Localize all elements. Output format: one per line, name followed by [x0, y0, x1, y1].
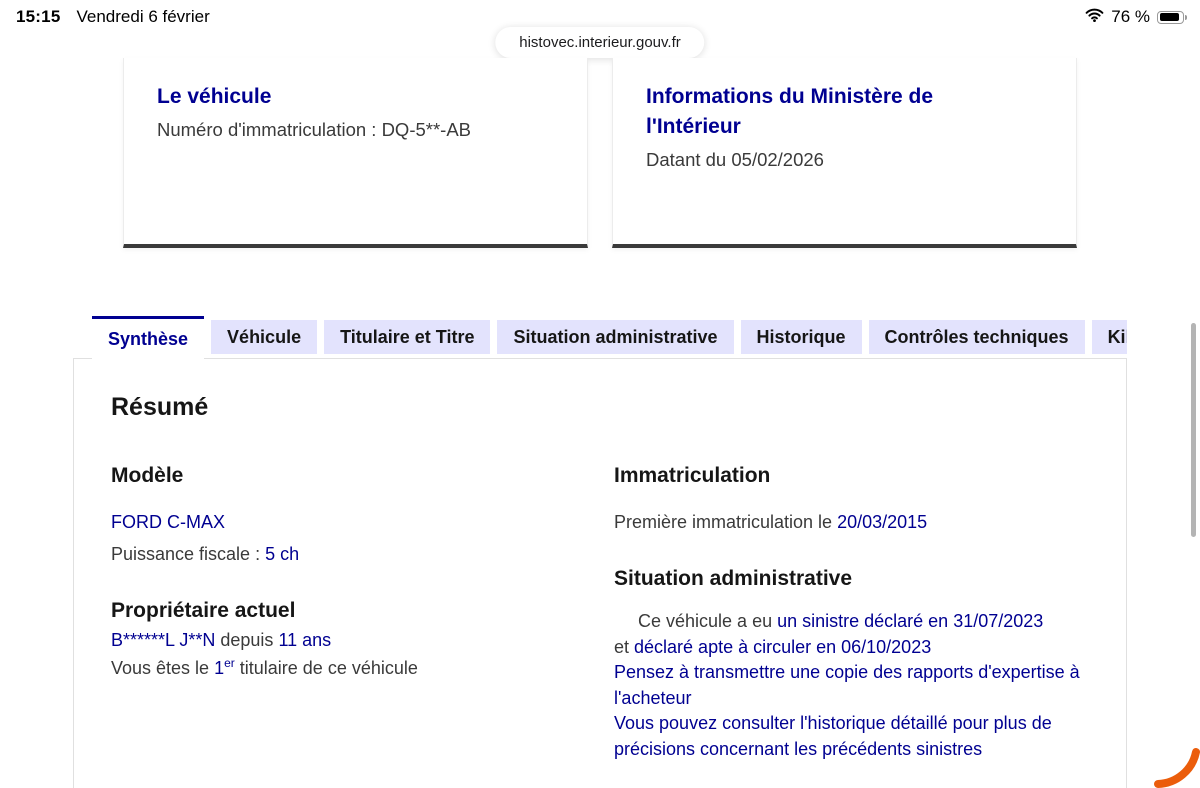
fit-highlight: déclaré apte à circuler en 06/10/2023 — [634, 636, 932, 657]
fit-to-drive-line: et déclaré apte à circuler en 06/10/2023 — [614, 635, 1092, 661]
date-text: Vendredi 6 février — [76, 7, 210, 26]
claim-line: Ce véhicule a eu un sinistre déclaré en … — [614, 609, 1092, 635]
holder-suffix: titulaire de ce véhicule — [234, 658, 418, 678]
tab-vehicule[interactable]: Véhicule — [211, 320, 318, 354]
fiscal-power-label: Puissance fiscale : — [111, 544, 266, 564]
holder-number: 1 — [214, 658, 225, 678]
registration-heading: Immatriculation — [614, 464, 771, 487]
owner-line: B******L J**N depuis 11 ans — [111, 630, 614, 651]
first-registration-line: Première immatriculation le 20/03/2015 — [614, 512, 1092, 533]
admin-status-heading: Situation administrative — [614, 567, 853, 590]
vehicle-card: Le véhicule Numéro d'immatriculation : D… — [123, 58, 588, 248]
fiscal-power-value: 5 ch — [265, 544, 300, 564]
tab-titulaire-et-titre[interactable]: Titulaire et Titre — [324, 320, 491, 354]
safari-page: 15:15 Vendredi 6 février 76 % histovec.i… — [0, 0, 1200, 788]
fit-prefix: et — [614, 636, 635, 657]
tab-controles-techniques[interactable]: Contrôles techniques — [868, 320, 1085, 354]
resume-heading: Résumé — [111, 393, 209, 421]
fiscal-power-line: Puissance fiscale : 5 ch — [111, 544, 614, 565]
first-registration-date: 20/03/2015 — [837, 512, 928, 532]
owner-since-label: depuis — [215, 630, 279, 650]
scrollbar-thumb[interactable] — [1191, 323, 1196, 537]
battery-percent-text: 76 % — [1111, 7, 1150, 26]
loading-spinner-arc — [1154, 748, 1200, 788]
synthese-panel: Résumé Modèle FORD C-MAX Puissance fisca… — [73, 358, 1127, 788]
history-advice: Vous pouvez consulter l'historique détai… — [614, 713, 1052, 759]
expert-report-advice: Pensez à transmettre une copie des rappo… — [614, 662, 1080, 708]
first-registration-label: Première immatriculation le — [614, 512, 838, 532]
tab-situation-administrative[interactable]: Situation administrative — [497, 320, 734, 354]
ministry-card: Informations du Ministère de l'Intérieur… — [612, 58, 1077, 248]
address-bar[interactable]: histovec.interieur.gouv.fr — [495, 27, 705, 58]
ministry-card-body: Datant du 05/02/2026 — [646, 149, 824, 170]
wifi-icon — [1085, 7, 1104, 27]
model-name: FORD C-MAX — [111, 512, 225, 532]
vehicle-card-body: Numéro d'immatriculation : DQ-5**-AB — [157, 119, 472, 140]
claim-prefix: Ce véhicule a eu — [638, 611, 778, 631]
model-heading: Modèle — [111, 464, 184, 487]
vehicle-card-title: Le véhicule — [157, 85, 272, 108]
ministry-card-title: Informations du Ministère de l'Intérieur — [646, 85, 934, 138]
clock-text: 15:15 — [16, 7, 61, 26]
claim-highlight: un sinistre déclaré en 31/07/2023 — [777, 611, 1044, 631]
holder-line: Vous êtes le 1er titulaire de ce véhicul… — [111, 656, 614, 679]
battery-icon — [1157, 10, 1187, 24]
owner-heading: Propriétaire actuel — [111, 599, 296, 622]
owner-name: B******L J**N — [111, 630, 216, 650]
admin-status-paragraph: Ce véhicule a eu un sinistre déclaré en … — [614, 609, 1092, 762]
tab-synthese[interactable]: Synthèse — [92, 316, 205, 359]
report-tab-bar: Synthèse Véhicule Titulaire et Titre Sit… — [92, 316, 1127, 360]
holder-prefix: Vous êtes le — [111, 658, 215, 678]
tab-historique[interactable]: Historique — [740, 320, 862, 354]
owner-since-value: 11 ans — [278, 630, 332, 650]
holder-ordinal-sup: er — [224, 656, 235, 670]
tab-kilometrage[interactable]: Kilométrage — [1091, 320, 1127, 354]
